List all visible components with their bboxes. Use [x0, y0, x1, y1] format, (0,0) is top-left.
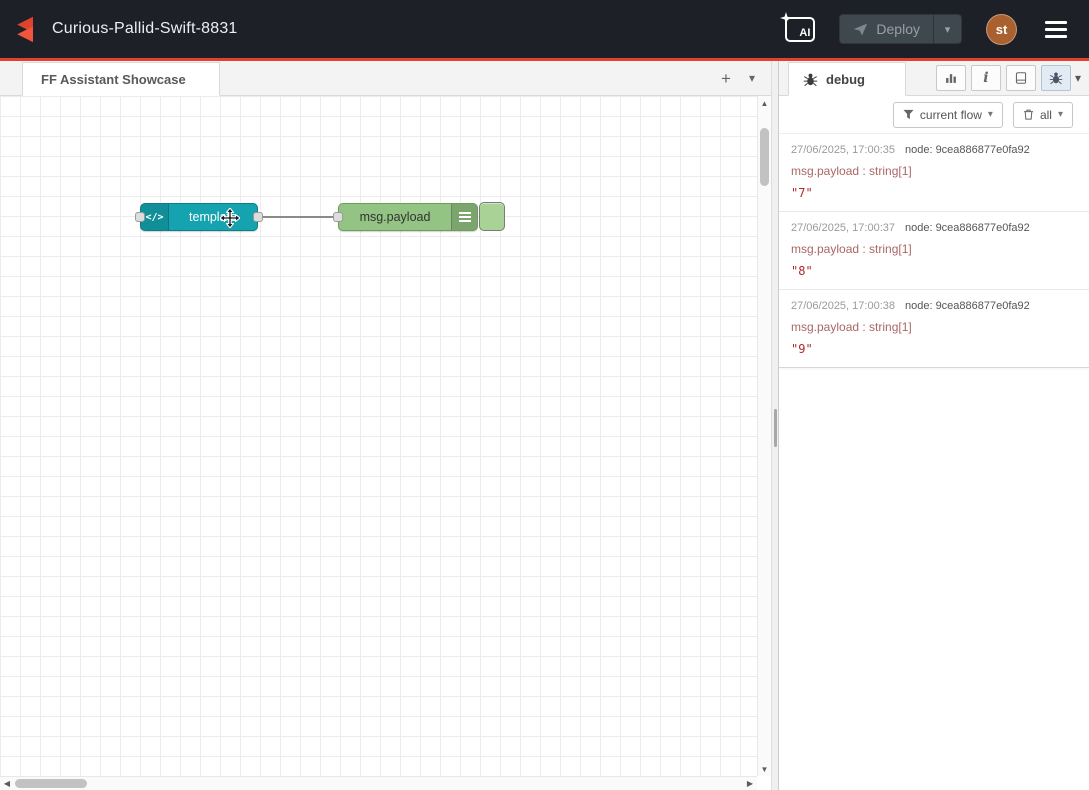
vertical-scroll-thumb[interactable]	[760, 128, 769, 186]
output-port[interactable]	[253, 212, 263, 222]
instance-title: Curious-Pallid-Swift-8831	[52, 20, 238, 38]
message-property: msg.payload : string[1]	[791, 164, 1077, 178]
message-timestamp: 27/06/2025, 17:00:35	[791, 144, 895, 156]
sidebar-tab-label: debug	[826, 72, 865, 87]
sidebar-splitter[interactable]	[771, 61, 779, 790]
caret-down-icon: ▾	[1058, 109, 1063, 120]
message-value: "9"	[791, 342, 1077, 356]
book-icon	[1014, 71, 1028, 85]
template-code-icon: </>	[141, 204, 169, 230]
tab-dashboard-button[interactable]	[936, 65, 966, 91]
debug-message[interactable]: 27/06/2025, 17:00:37 node: 9cea886877e0f…	[779, 212, 1089, 290]
message-property: msg.payload : string[1]	[791, 320, 1077, 334]
deploy-icon	[853, 22, 868, 37]
flowfuse-logo[interactable]	[12, 15, 40, 43]
debug-message[interactable]: 27/06/2025, 17:00:35 node: 9cea886877e0f…	[779, 134, 1089, 212]
deploy-label: Deploy	[876, 21, 920, 37]
scroll-right-arrow-icon[interactable]: ▶	[743, 777, 757, 790]
chart-icon	[944, 71, 958, 85]
message-value: "8"	[791, 264, 1077, 278]
scroll-up-arrow-icon[interactable]: ▲	[758, 96, 771, 110]
horizontal-scrollbar[interactable]: ◀ ▶	[0, 776, 757, 790]
sidebar-tab-icons: i	[936, 65, 1071, 91]
filter-label: current flow	[920, 108, 982, 122]
clear-label: all	[1040, 108, 1052, 122]
tab-help-button[interactable]	[1006, 65, 1036, 91]
sparkle-icon	[780, 12, 792, 24]
flowfuse-logo-icon	[12, 15, 40, 43]
scroll-down-arrow-icon[interactable]: ▼	[758, 762, 771, 776]
app-window: Curious-Pallid-Swift-8831 AI Deploy ▾ st	[0, 0, 1089, 790]
right-sidebar: debug i ▾	[779, 61, 1089, 790]
message-node-id: node: 9cea886877e0fa92	[905, 222, 1030, 234]
user-avatar[interactable]: st	[986, 14, 1017, 45]
debug-list-icon	[451, 204, 477, 230]
main-menu-button[interactable]	[1041, 17, 1071, 42]
node-template[interactable]: </> template	[140, 203, 258, 231]
vertical-scrollbar[interactable]: ▲ ▼	[757, 96, 771, 776]
message-timestamp: 27/06/2025, 17:00:38	[791, 300, 895, 312]
debug-clear-button[interactable]: all ▾	[1013, 102, 1073, 128]
splitter-handle[interactable]	[774, 409, 777, 447]
message-timestamp: 27/06/2025, 17:00:37	[791, 222, 895, 234]
sidebar-tabbar: debug i ▾	[779, 61, 1089, 96]
ai-assistant-button[interactable]: AI	[785, 17, 815, 42]
info-icon: i	[983, 71, 988, 85]
debug-message[interactable]: 27/06/2025, 17:00:38 node: 9cea886877e0f…	[779, 290, 1089, 367]
bug-icon	[803, 72, 818, 87]
flow-editor: FF Assistant Showcase + ▾	[0, 61, 771, 790]
workspace-tab-label: FF Assistant Showcase	[41, 72, 186, 87]
code-glyph: </>	[145, 212, 163, 223]
sidebar-tabs-menu-button[interactable]: ▾	[1075, 71, 1081, 85]
tab-info-button[interactable]: i	[971, 65, 1001, 91]
deploy-button-group: Deploy ▾	[839, 14, 962, 44]
debug-toolbar: current flow ▾ all ▾	[779, 96, 1089, 134]
trash-icon	[1023, 109, 1034, 120]
ai-label: AI	[799, 27, 810, 39]
add-flow-button[interactable]: +	[721, 70, 731, 87]
flow-canvas[interactable]: </> template msg.payload	[0, 96, 757, 776]
debug-enable-toggle[interactable]	[479, 202, 505, 231]
message-value: "7"	[791, 186, 1077, 200]
caret-down-icon: ▾	[945, 23, 951, 36]
debug-message-list: 27/06/2025, 17:00:35 node: 9cea886877e0f…	[779, 134, 1089, 368]
input-port[interactable]	[135, 212, 145, 222]
message-node-id: node: 9cea886877e0fa92	[905, 144, 1030, 156]
node-label: msg.payload	[339, 210, 451, 224]
hamburger-icon	[1045, 21, 1067, 38]
workspace-tab[interactable]: FF Assistant Showcase	[22, 62, 220, 96]
caret-down-icon: ▾	[988, 109, 993, 120]
workspace-tabbar: FF Assistant Showcase + ▾	[0, 61, 771, 96]
flow-list-button[interactable]: ▾	[749, 72, 755, 84]
node-label: template	[169, 210, 257, 224]
avatar-initials: st	[996, 22, 1008, 37]
tab-debug-button[interactable]	[1041, 65, 1071, 91]
deploy-options-button[interactable]: ▾	[933, 15, 961, 43]
plus-icon: +	[721, 69, 731, 88]
debug-filter-button[interactable]: current flow ▾	[893, 102, 1003, 128]
funnel-icon	[903, 109, 914, 120]
node-debug[interactable]: msg.payload	[338, 203, 478, 231]
input-port[interactable]	[333, 212, 343, 222]
deploy-button[interactable]: Deploy	[840, 15, 933, 43]
message-property: msg.payload : string[1]	[791, 242, 1077, 256]
scroll-left-arrow-icon[interactable]: ◀	[0, 777, 14, 790]
wire[interactable]	[257, 216, 339, 218]
bug-icon	[1049, 71, 1063, 85]
app-header: Curious-Pallid-Swift-8831 AI Deploy ▾ st	[0, 0, 1089, 61]
caret-down-icon: ▾	[1075, 71, 1081, 85]
canvas-wrap: </> template msg.payload ▲	[0, 96, 771, 790]
caret-down-icon: ▾	[749, 71, 755, 85]
message-node-id: node: 9cea886877e0fa92	[905, 300, 1030, 312]
tab-debug[interactable]: debug	[788, 62, 906, 96]
horizontal-scroll-thumb[interactable]	[15, 779, 87, 788]
